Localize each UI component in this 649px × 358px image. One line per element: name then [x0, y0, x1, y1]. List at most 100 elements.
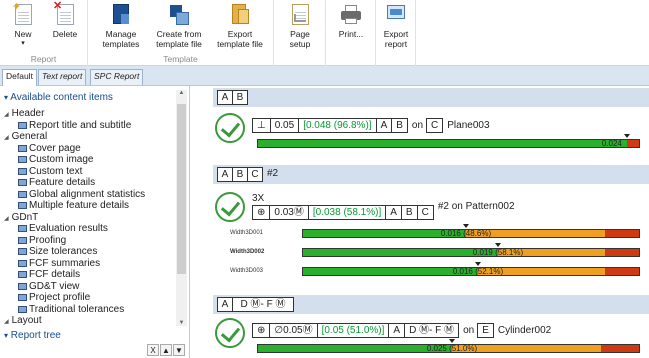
fcf-cell: B — [396, 120, 403, 131]
tab-spc-report[interactable]: SPC Report — [90, 69, 144, 85]
tree-label: GD&T view — [29, 280, 80, 292]
ribbon-group-label: Template — [163, 54, 198, 64]
tree-item[interactable]: Cover page — [0, 143, 176, 155]
content-item-icon — [18, 225, 27, 232]
tolerance-bar: 0.016 (48.6%) — [302, 229, 640, 238]
bar-fill — [258, 140, 627, 147]
create-from-template-icon — [168, 4, 190, 26]
bar-fill — [303, 268, 478, 275]
delete-report-button[interactable]: ✕ Delete — [48, 1, 82, 40]
tab-default[interactable]: Default — [2, 69, 37, 86]
remove-button[interactable]: X — [147, 344, 159, 356]
move-down-button[interactable]: ▼ — [173, 344, 185, 356]
new-report-button[interactable]: ✦ New ▾ — [6, 2, 40, 49]
manage-templates-icon — [110, 4, 132, 26]
tree-item[interactable]: Evaluation results — [0, 223, 176, 235]
tree-label: Report title and subtitle — [29, 119, 132, 131]
tree-item[interactable]: Custom image — [0, 154, 176, 166]
scroll-down-icon[interactable]: ▼ — [176, 320, 187, 326]
fcf-cell: [0.048 (96.8%)] — [299, 119, 377, 132]
tree-item[interactable]: Project profile — [0, 292, 176, 304]
tree-label: Global alignment statistics — [29, 188, 146, 200]
bar-fill — [258, 345, 452, 352]
fcf-cell: [0.05 (51.0%)] — [318, 324, 390, 337]
content-item-icon — [18, 179, 27, 186]
content-item-icon — [18, 121, 27, 129]
content-item-icon — [18, 282, 27, 290]
tree-item[interactable]: Traditional tolerances — [0, 304, 176, 316]
fcf-cell: E — [482, 325, 489, 336]
datum-box: C — [247, 167, 263, 182]
tree-item[interactable]: Feature details — [0, 177, 176, 189]
chevron-down-icon: ▾ — [4, 331, 9, 340]
tree-scrollbar[interactable]: ▲ ▼ — [176, 90, 187, 326]
feature-name: Cylinder002 — [497, 325, 552, 336]
tree-label: Layout — [11, 315, 42, 326]
tree-group[interactable]: ◢ General — [0, 131, 176, 143]
content-item-icon — [18, 236, 27, 244]
bar-value-text: 0.024 (96.8%) — [601, 139, 622, 148]
feature-control-frame: ⊕ ∅0.05Ⓜ [0.05 (51.0%)] A D Ⓜ- F Ⓜ — [252, 323, 460, 338]
page-setup-button[interactable]: Page setup — [282, 4, 318, 49]
fcf-cell: ⊕ — [253, 206, 271, 219]
available-content-header[interactable]: ▾ Available content items — [4, 92, 113, 103]
datum-box: B — [232, 90, 248, 105]
fcf-datum-box: E — [477, 323, 494, 338]
pass-check-icon — [215, 318, 245, 348]
export-template-button[interactable]: Export template file — [212, 4, 268, 49]
tree-item[interactable]: Custom text — [0, 166, 176, 178]
create-from-template-button[interactable]: Create from template file — [152, 4, 206, 49]
tree-item[interactable]: Size tolerances — [0, 246, 176, 258]
expand-icon: ◢ — [4, 112, 9, 118]
content-item-icon — [18, 271, 27, 278]
expand-icon: ◢ — [4, 215, 9, 222]
tree-label: Evaluation results — [29, 223, 108, 234]
tolerance-bar: 0.016 (52.1%) — [302, 267, 640, 276]
available-content-title: Available content items — [10, 92, 113, 103]
tree-item[interactable]: GD&T view — [0, 281, 176, 293]
datum-box: B — [232, 167, 248, 182]
tree-label: Size tolerances — [29, 246, 98, 257]
tree-label: Traditional tolerances — [29, 303, 125, 315]
tree-group[interactable]: ◢ GDnT — [0, 212, 176, 224]
fcf-on-label: on — [411, 120, 424, 131]
tree-item[interactable]: Multiple feature details — [0, 200, 176, 212]
pass-check-icon — [215, 192, 245, 222]
bar-fail-zone — [605, 230, 639, 237]
fcf-cell: C — [421, 207, 429, 218]
tree-item[interactable]: Global alignment statistics — [0, 189, 176, 201]
export-report-icon — [385, 4, 407, 26]
export-report-button[interactable]: Export report — [380, 4, 412, 49]
value-pointer-icon — [449, 339, 455, 343]
tree-item[interactable]: FCF details — [0, 269, 176, 281]
scroll-up-icon[interactable]: ▲ — [176, 90, 187, 96]
tree-item[interactable]: Proofing — [0, 235, 176, 247]
tree-label: Multiple feature details — [29, 200, 130, 211]
manage-templates-button[interactable]: Manage templates — [96, 4, 146, 49]
tree-group[interactable]: ◢ Header — [0, 108, 176, 120]
tree-label: Cover page — [29, 142, 81, 154]
scroll-thumb[interactable] — [177, 104, 186, 274]
bar-fail-zone — [601, 345, 639, 352]
feature-header-bar: AD Ⓜ- F Ⓜ — [213, 295, 649, 314]
value-pointer-icon — [475, 262, 481, 266]
content-item-icon — [18, 305, 27, 313]
tab-text-report[interactable]: Text report — [38, 69, 87, 85]
tree-item[interactable]: Report title and subtitle — [0, 120, 176, 132]
value-pointer-icon — [495, 243, 501, 247]
chevron-down-icon: ▾ — [4, 93, 9, 102]
fcf-cell: A — [386, 206, 402, 219]
ribbon-group-export: Export report — [376, 0, 416, 66]
tree-group[interactable]: ◢ Layout — [0, 315, 176, 326]
report-tree-header[interactable]: ▾ Report tree — [4, 330, 61, 341]
move-up-button[interactable]: ▲ — [160, 344, 172, 356]
tree-item[interactable]: FCF summaries — [0, 258, 176, 270]
ribbon-group-page: Page setup — [274, 0, 326, 66]
datum-suffix: #2 — [267, 168, 279, 179]
tree-label: Custom image — [29, 154, 94, 165]
ribbon-group-label: Report — [30, 54, 57, 64]
content-item-icon — [18, 259, 27, 267]
print-button[interactable]: Print... — [334, 4, 368, 39]
feature-name: Plane003 — [447, 120, 490, 131]
content-item-icon — [18, 144, 27, 152]
